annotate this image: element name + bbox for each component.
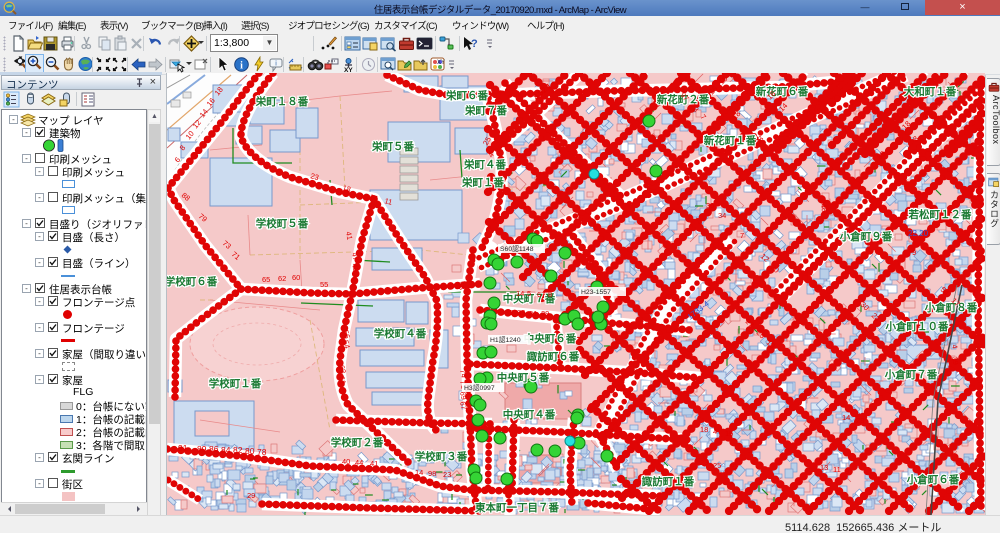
svg-text:栄町７番: 栄町７番 xyxy=(464,104,507,117)
svg-text:中央町６番: 中央町６番 xyxy=(524,332,577,345)
svg-text:H1認1240: H1認1240 xyxy=(490,335,521,344)
svg-text:32: 32 xyxy=(729,221,737,230)
svg-text:諏訪町１番: 諏訪町１番 xyxy=(642,475,695,488)
svg-text:28: 28 xyxy=(856,416,864,425)
svg-text:25: 25 xyxy=(713,461,721,470)
svg-text:?: ? xyxy=(471,38,478,50)
svg-text:67: 67 xyxy=(537,290,545,299)
svg-text:34: 34 xyxy=(718,211,726,220)
svg-text:45: 45 xyxy=(350,263,360,273)
svg-text:29: 29 xyxy=(541,309,549,318)
svg-text:若松町１２番: 若松町１２番 xyxy=(908,208,972,221)
svg-text:小倉町７番: 小倉町７番 xyxy=(884,368,938,381)
svg-text:44: 44 xyxy=(355,458,363,467)
svg-text:S60認1148: S60認1148 xyxy=(500,244,534,253)
svg-text:36: 36 xyxy=(706,201,714,210)
svg-text:新花町６番: 新花町６番 xyxy=(756,85,809,98)
svg-text:33: 33 xyxy=(517,308,525,317)
svg-text:55: 55 xyxy=(320,280,328,289)
svg-text:13: 13 xyxy=(820,463,828,472)
svg-text:諏訪町６番: 諏訪町６番 xyxy=(527,350,580,363)
svg-text:60: 60 xyxy=(292,273,300,282)
svg-text:29: 29 xyxy=(247,491,255,500)
svg-text:小倉町６番: 小倉町６番 xyxy=(906,473,960,486)
svg-text:18: 18 xyxy=(700,425,708,434)
svg-text:62: 62 xyxy=(278,274,286,283)
svg-text:14: 14 xyxy=(415,468,423,477)
svg-text:中央町５番: 中央町５番 xyxy=(497,371,550,384)
svg-text:i: i xyxy=(240,61,243,72)
svg-text:7: 7 xyxy=(740,231,744,240)
svg-text:学校町３番: 学校町３番 xyxy=(415,450,468,463)
svg-text:新花町１番: 新花町１番 xyxy=(704,134,757,147)
svg-text:91: 91 xyxy=(178,443,188,453)
svg-text:9: 9 xyxy=(845,467,849,476)
svg-text:80: 80 xyxy=(245,446,255,456)
svg-text:14: 14 xyxy=(516,289,524,298)
svg-text:H23-1557: H23-1557 xyxy=(581,289,611,296)
svg-text:学校町５番: 学校町５番 xyxy=(256,217,309,230)
svg-text:40: 40 xyxy=(342,457,350,466)
svg-text:11: 11 xyxy=(833,465,841,474)
svg-text:東本町一丁目７番: 東本町一丁目７番 xyxy=(475,501,559,514)
svg-text:78: 78 xyxy=(257,447,267,457)
svg-text:89: 89 xyxy=(197,444,207,454)
svg-text:4: 4 xyxy=(713,427,717,436)
svg-text:学校町４番: 学校町４番 xyxy=(374,327,427,340)
svg-text:47: 47 xyxy=(350,252,360,262)
svg-text:31: 31 xyxy=(529,309,537,318)
svg-text:14: 14 xyxy=(842,413,850,422)
svg-text:41: 41 xyxy=(370,459,378,468)
svg-text:82: 82 xyxy=(233,445,243,455)
svg-text:栄町６番: 栄町６番 xyxy=(445,89,488,102)
svg-text:H3認0997: H3認0997 xyxy=(464,383,495,392)
svg-text:39: 39 xyxy=(950,356,960,366)
svg-text:65: 65 xyxy=(262,275,270,284)
svg-text:86: 86 xyxy=(209,444,219,454)
svg-text:大和町１番: 大和町１番 xyxy=(904,85,957,98)
svg-text:23: 23 xyxy=(700,458,708,467)
svg-text:23: 23 xyxy=(443,470,451,479)
svg-text:98: 98 xyxy=(428,469,436,478)
svg-text:35: 35 xyxy=(505,308,513,317)
svg-text:学校町１番: 学校町１番 xyxy=(209,377,262,390)
svg-text:小倉町９番: 小倉町９番 xyxy=(839,230,893,243)
svg-text:小倉町１０番: 小倉町１０番 xyxy=(885,320,949,333)
svg-text:84: 84 xyxy=(221,445,231,455)
svg-text:41: 41 xyxy=(344,231,354,241)
svg-text:栄町４番: 栄町４番 xyxy=(463,158,506,171)
svg-text:中央町４番: 中央町４番 xyxy=(503,408,556,421)
svg-text:15: 15 xyxy=(725,429,733,438)
svg-text:8: 8 xyxy=(548,290,552,299)
svg-text:22.20: 22.20 xyxy=(908,229,929,238)
svg-text:栄町１８番: 栄町１８番 xyxy=(255,95,309,108)
svg-text:XY: XY xyxy=(437,60,445,66)
svg-text:学校町２番: 学校町２番 xyxy=(331,436,384,449)
svg-text:5: 5 xyxy=(527,289,531,298)
svg-text:栄町５番: 栄町５番 xyxy=(371,140,414,153)
svg-text:栄町１番: 栄町１番 xyxy=(461,176,504,189)
svg-text:学校町６番: 学校町６番 xyxy=(167,275,218,288)
svg-text:9: 9 xyxy=(912,248,916,257)
